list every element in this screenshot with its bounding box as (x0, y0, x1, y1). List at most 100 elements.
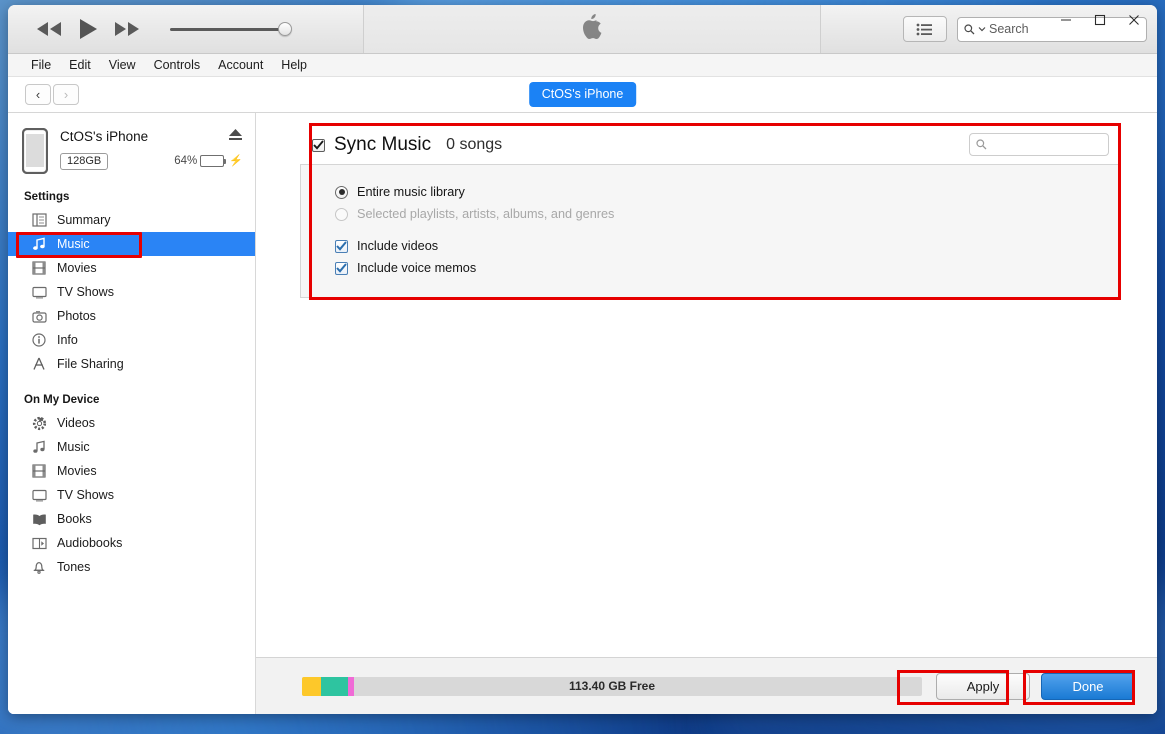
play-icon[interactable] (78, 18, 98, 40)
device-capacity-badge: 128GB (60, 153, 109, 170)
sidebar-item-device-tvshows[interactable]: TV Shows (8, 483, 255, 507)
battery-cap (224, 158, 227, 164)
bottom-bar: 113.40 GB Free Apply Done (256, 657, 1157, 714)
action-buttons: Apply Done (936, 672, 1143, 700)
sync-music-title: Sync Music (334, 134, 432, 155)
file-sharing-icon (30, 357, 48, 371)
forward-button[interactable]: › (53, 84, 79, 105)
sync-music-pane: Sync Music 0 songs Entire music library … (256, 113, 1157, 657)
maximize-button[interactable] (1083, 7, 1117, 33)
close-button[interactable] (1117, 7, 1151, 33)
title-bar (8, 5, 1157, 54)
summary-icon (30, 213, 48, 227)
book-icon (30, 513, 48, 526)
option-include-voice-memos[interactable]: Include voice memos (335, 257, 1118, 279)
done-button[interactable]: Done (1041, 672, 1135, 700)
sidebar-item-device-movies[interactable]: Movies (8, 459, 255, 483)
device-header: CtOS's iPhone 128GB 64% ⚡ (8, 123, 255, 185)
battery-icon (200, 154, 227, 167)
sidebar-item-info[interactable]: Info (8, 328, 255, 352)
sidebar-item-device-tones[interactable]: Tones (8, 555, 255, 579)
window-body: CtOS's iPhone 128GB 64% ⚡ Settings Summa… (8, 113, 1157, 714)
music-note-icon (30, 440, 48, 454)
option-entire-library[interactable]: Entire music library (335, 181, 1118, 203)
minimize-button[interactable] (1049, 7, 1083, 33)
music-note-icon (30, 237, 48, 251)
menu-edit[interactable]: Edit (60, 56, 100, 74)
tv-icon (30, 489, 48, 502)
tv-icon (30, 286, 48, 299)
device-tab-row: ‹ › CtOS's iPhone (8, 77, 1157, 113)
menu-view[interactable]: View (100, 56, 145, 74)
sidebar-item-tvshows[interactable]: TV Shows (8, 280, 255, 304)
battery-indicator: 64% ⚡ (174, 154, 243, 167)
sync-music-header: Sync Music 0 songs (300, 125, 1119, 164)
sidebar-item-summary[interactable]: Summary (8, 208, 255, 232)
menu-controls[interactable]: Controls (145, 56, 210, 74)
include-videos-checkbox[interactable] (335, 239, 348, 253)
sync-music-checkbox[interactable] (312, 138, 325, 152)
option-label: Include videos (357, 239, 439, 253)
device-tab-button[interactable]: CtOS's iPhone (528, 82, 637, 107)
sidebar-item-label: Info (57, 333, 78, 347)
lightning-bolt-icon: ⚡ (229, 155, 243, 167)
content-area: Sync Music 0 songs Entire music library … (256, 113, 1157, 714)
device-meta: CtOS's iPhone 128GB (48, 126, 157, 170)
song-count: 0 songs (446, 136, 503, 153)
sidebar-item-photos[interactable]: Photos (8, 304, 255, 328)
menu-help[interactable]: Help (272, 56, 316, 74)
volume-slider-knob[interactable] (278, 22, 292, 36)
device-status: 64% ⚡ (157, 126, 243, 167)
audiobook-icon (30, 537, 48, 550)
window-controls (1049, 7, 1151, 33)
device-name: CtOS's iPhone (60, 129, 149, 144)
selected-playlists-radio (335, 207, 348, 221)
list-view-icon[interactable] (903, 16, 947, 42)
eject-icon[interactable] (228, 128, 243, 146)
free-space-label: 113.40 GB Free (568, 678, 656, 693)
sidebar-item-label: Videos (57, 416, 95, 430)
transport-controls (8, 5, 292, 53)
sync-music-panel: Sync Music 0 songs Entire music library … (300, 125, 1119, 298)
entire-library-radio[interactable] (335, 185, 348, 199)
search-dropdown-chevron-icon[interactable] (978, 25, 986, 33)
fast-forward-icon[interactable] (114, 21, 140, 37)
film-icon (30, 464, 48, 478)
apple-logo (581, 13, 604, 46)
sidebar-item-music[interactable]: Music (8, 232, 255, 256)
film-icon (30, 261, 48, 275)
sidebar-item-label: TV Shows (57, 285, 114, 299)
bell-icon (30, 560, 48, 574)
option-include-videos[interactable]: Include videos (335, 235, 1118, 257)
search-icon (964, 23, 975, 35)
sidebar-item-label: Summary (57, 213, 111, 227)
sidebar-item-device-audiobooks[interactable]: Audiobooks (8, 531, 255, 555)
menu-account[interactable]: Account (209, 56, 272, 74)
sidebar-item-filesharing[interactable]: File Sharing (8, 352, 255, 376)
sync-options-box: Entire music library Selected playlists,… (300, 164, 1119, 298)
sidebar-item-device-books[interactable]: Books (8, 507, 255, 531)
sidebar-item-movies[interactable]: Movies (8, 256, 255, 280)
back-button[interactable]: ‹ (25, 84, 51, 105)
panel-search-box[interactable] (969, 133, 1109, 156)
volume-slider[interactable] (170, 22, 292, 36)
sidebar-item-label: Photos (57, 309, 96, 323)
sidebar-group-onmydevice-title: On My Device (24, 394, 100, 406)
search-icon (976, 139, 987, 150)
menu-file[interactable]: File (22, 56, 60, 74)
camera-icon (30, 310, 48, 323)
sidebar-item-label: Books (57, 512, 92, 526)
rewind-icon[interactable] (36, 21, 62, 37)
itunes-window: File Edit View Controls Account Help ‹ ›… (8, 5, 1157, 714)
sidebar-item-device-videos[interactable]: Videos (8, 411, 255, 435)
option-label: Include voice memos (357, 261, 477, 275)
sidebar-item-label: Movies (57, 261, 97, 275)
volume-slider-track (170, 28, 290, 31)
panel-search-input[interactable] (987, 137, 1102, 152)
sidebar: CtOS's iPhone 128GB 64% ⚡ Settings Summa… (8, 113, 256, 714)
include-voice-memos-checkbox[interactable] (335, 261, 348, 275)
apply-button[interactable]: Apply (936, 672, 1030, 700)
sidebar-item-label: Tones (57, 560, 91, 574)
sidebar-item-device-music[interactable]: Music (8, 435, 255, 459)
option-selected-playlists: Selected playlists, artists, albums, and… (335, 203, 1118, 225)
